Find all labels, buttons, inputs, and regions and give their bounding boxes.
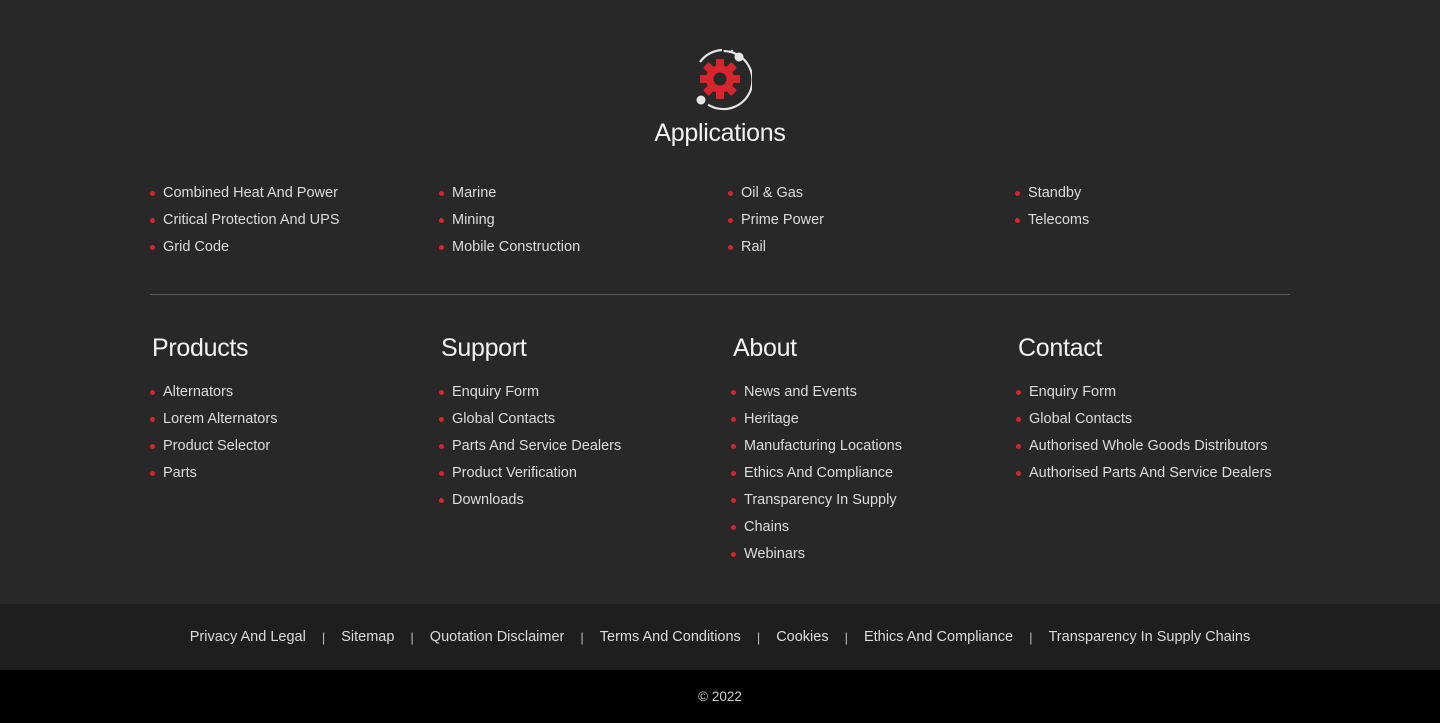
products-link[interactable]: Product Selector	[150, 435, 277, 462]
support-link[interactable]: Product Verification	[439, 462, 621, 489]
products-link[interactable]: Alternators	[150, 381, 277, 408]
application-link[interactable]: Mobile Construction	[439, 236, 580, 263]
application-link[interactable]: Standby	[1015, 182, 1089, 209]
contact-link[interactable]: Authorised Parts And Service Dealers	[1016, 462, 1272, 489]
legal-separator: |	[844, 629, 848, 645]
about-column: About News and Events Heritage Manufactu…	[731, 333, 902, 570]
legal-separator: |	[1029, 629, 1033, 645]
legal-separator: |	[410, 629, 414, 645]
legal-link-cookies[interactable]: Cookies	[776, 629, 828, 645]
footer-main: Applications Combined Heat And Power Cri…	[0, 0, 1440, 604]
legal-link-quotation-disclaimer[interactable]: Quotation Disclaimer	[430, 629, 565, 645]
gear-orbit-icon	[688, 47, 754, 111]
application-link[interactable]: Grid Code	[150, 236, 340, 263]
applications-column-4: Standby Telecoms	[1015, 182, 1089, 236]
applications-title: Applications	[654, 119, 786, 147]
about-link[interactable]: Transparency In Supply	[731, 489, 902, 516]
contact-heading: Contact	[1018, 334, 1103, 362]
legal-link-terms[interactable]: Terms And Conditions	[600, 629, 741, 645]
about-link[interactable]: Heritage	[731, 408, 902, 435]
legal-link-ethics[interactable]: Ethics And Compliance	[864, 629, 1013, 645]
about-link[interactable]: News and Events	[731, 381, 902, 408]
legal-link-transparency[interactable]: Transparency In Supply Chains	[1048, 629, 1250, 645]
about-link[interactable]: Chains	[731, 516, 902, 543]
products-column: Products Alternators Lorem Alternators P…	[150, 333, 277, 489]
about-heading: About	[733, 334, 797, 362]
support-link[interactable]: Downloads	[439, 489, 621, 516]
application-link[interactable]: Mining	[439, 209, 580, 236]
contact-column: Contact Enquiry Form Global Contacts Aut…	[1016, 333, 1272, 489]
legal-links-bar: Privacy And Legal | Sitemap | Quotation …	[0, 604, 1440, 670]
legal-link-privacy[interactable]: Privacy And Legal	[190, 629, 306, 645]
about-link[interactable]: Ethics And Compliance	[731, 462, 902, 489]
support-column: Support Enquiry Form Global Contacts Par…	[439, 333, 621, 516]
application-link[interactable]: Oil & Gas	[728, 182, 824, 209]
legal-link-sitemap[interactable]: Sitemap	[341, 629, 394, 645]
copyright-text: © 2022	[0, 670, 1440, 723]
about-link[interactable]: Manufacturing Locations	[731, 435, 902, 462]
application-link[interactable]: Rail	[728, 236, 824, 263]
products-heading: Products	[152, 334, 249, 362]
support-heading: Support	[441, 334, 527, 362]
legal-separator: |	[580, 629, 584, 645]
application-link[interactable]: Critical Protection And UPS	[150, 209, 340, 236]
legal-separator: |	[321, 629, 326, 645]
contact-link[interactable]: Authorised Whole Goods Distributors	[1016, 435, 1272, 462]
support-link[interactable]: Parts And Service Dealers	[439, 435, 621, 462]
application-link[interactable]: Telecoms	[1015, 209, 1089, 236]
legal-separator: |	[756, 629, 761, 645]
application-link[interactable]: Combined Heat And Power	[150, 182, 340, 209]
applications-column-1: Combined Heat And Power Critical Protect…	[150, 182, 340, 263]
contact-link[interactable]: Enquiry Form	[1016, 381, 1272, 408]
about-link[interactable]: Webinars	[731, 543, 902, 570]
products-link[interactable]: Parts	[150, 462, 277, 489]
application-link[interactable]: Prime Power	[728, 209, 824, 236]
products-link[interactable]: Lorem Alternators	[150, 408, 277, 435]
applications-column-3: Oil & Gas Prime Power Rail	[728, 182, 824, 263]
applications-column-2: Marine Mining Mobile Construction	[439, 182, 580, 263]
application-link[interactable]: Marine	[439, 182, 580, 209]
section-divider	[150, 294, 1290, 295]
support-link[interactable]: Global Contacts	[439, 408, 621, 435]
contact-link[interactable]: Global Contacts	[1016, 408, 1272, 435]
support-link[interactable]: Enquiry Form	[439, 381, 621, 408]
